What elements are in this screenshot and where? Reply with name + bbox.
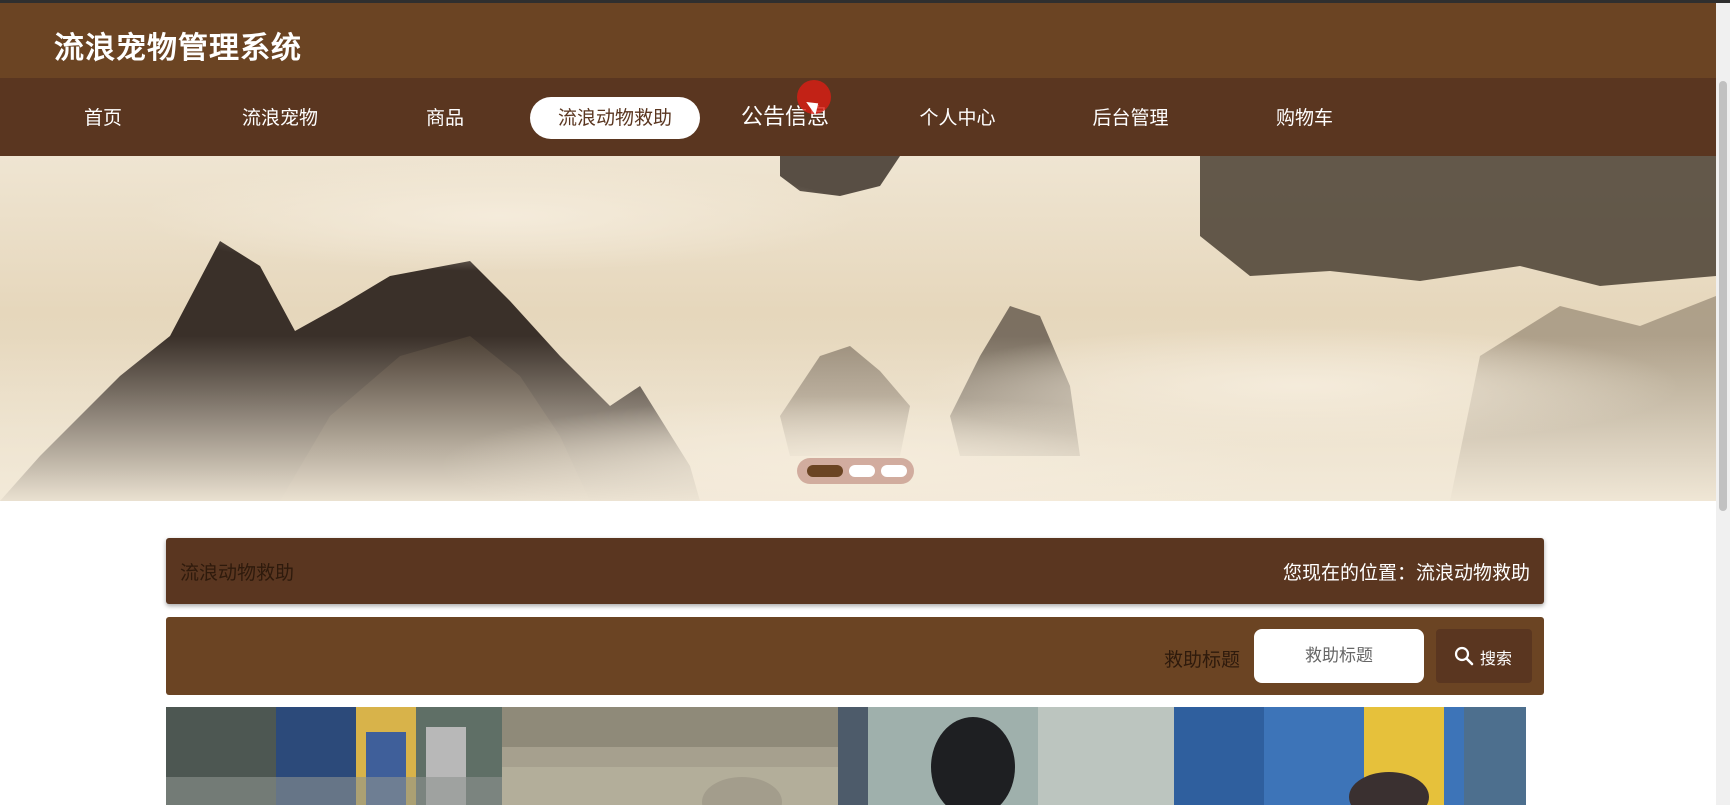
rescue-title-search-input[interactable]	[1254, 629, 1424, 683]
nav-item-goods[interactable]: 商品	[405, 97, 485, 139]
nav-item-cart[interactable]: 购物车	[1262, 97, 1347, 139]
rescue-card-4[interactable]	[1174, 707, 1526, 805]
page-scrollbar[interactable]	[1716, 3, 1730, 805]
nav-item-admin[interactable]: 后台管理	[1078, 97, 1183, 139]
carousel-dot-3[interactable]	[881, 465, 907, 477]
search-button[interactable]: 搜索	[1436, 629, 1532, 683]
rescue-card-1[interactable]	[166, 707, 502, 805]
site-header: 流浪宠物管理系统	[0, 3, 1716, 78]
breadcrumb-location: 您现在的位置：流浪动物救助	[1282, 562, 1530, 584]
site-title: 流浪宠物管理系统	[54, 31, 302, 66]
search-button-label: 搜索	[1480, 649, 1513, 668]
rescue-card-3[interactable]	[838, 707, 1174, 805]
carousel-dot-1[interactable]	[807, 465, 843, 477]
banner-image	[0, 156, 1716, 501]
banner-carousel[interactable]	[0, 156, 1716, 501]
nav-item-personal-center[interactable]: 个人中心	[905, 97, 1010, 139]
nav-item-animal-rescue[interactable]: 流浪动物救助	[530, 97, 700, 139]
nav-item-home[interactable]: 首页	[58, 97, 148, 139]
carousel-pagination	[797, 458, 914, 484]
search-icon	[1454, 646, 1474, 666]
main-nav: 首页 流浪宠物 商品 流浪动物救助 公告信息 个人中心 后台管理 购物车	[0, 78, 1716, 156]
rescue-card-image	[166, 707, 502, 805]
nav-item-stray-pets[interactable]: 流浪宠物	[225, 97, 335, 139]
rescue-card-image	[502, 707, 838, 805]
search-bar: 救助标题 搜索	[166, 617, 1544, 695]
rescue-card-list	[166, 707, 1526, 805]
rescue-card-image	[1174, 707, 1526, 805]
search-label: 救助标题	[1164, 649, 1241, 671]
rescue-card-image	[838, 707, 1174, 805]
carousel-dot-2[interactable]	[849, 465, 875, 477]
scrollbar-thumb[interactable]	[1719, 81, 1727, 511]
rescue-card-2[interactable]	[502, 707, 838, 805]
section-title: 流浪动物救助	[180, 562, 295, 584]
section-header: 流浪动物救助 您现在的位置：流浪动物救助	[166, 538, 1544, 604]
